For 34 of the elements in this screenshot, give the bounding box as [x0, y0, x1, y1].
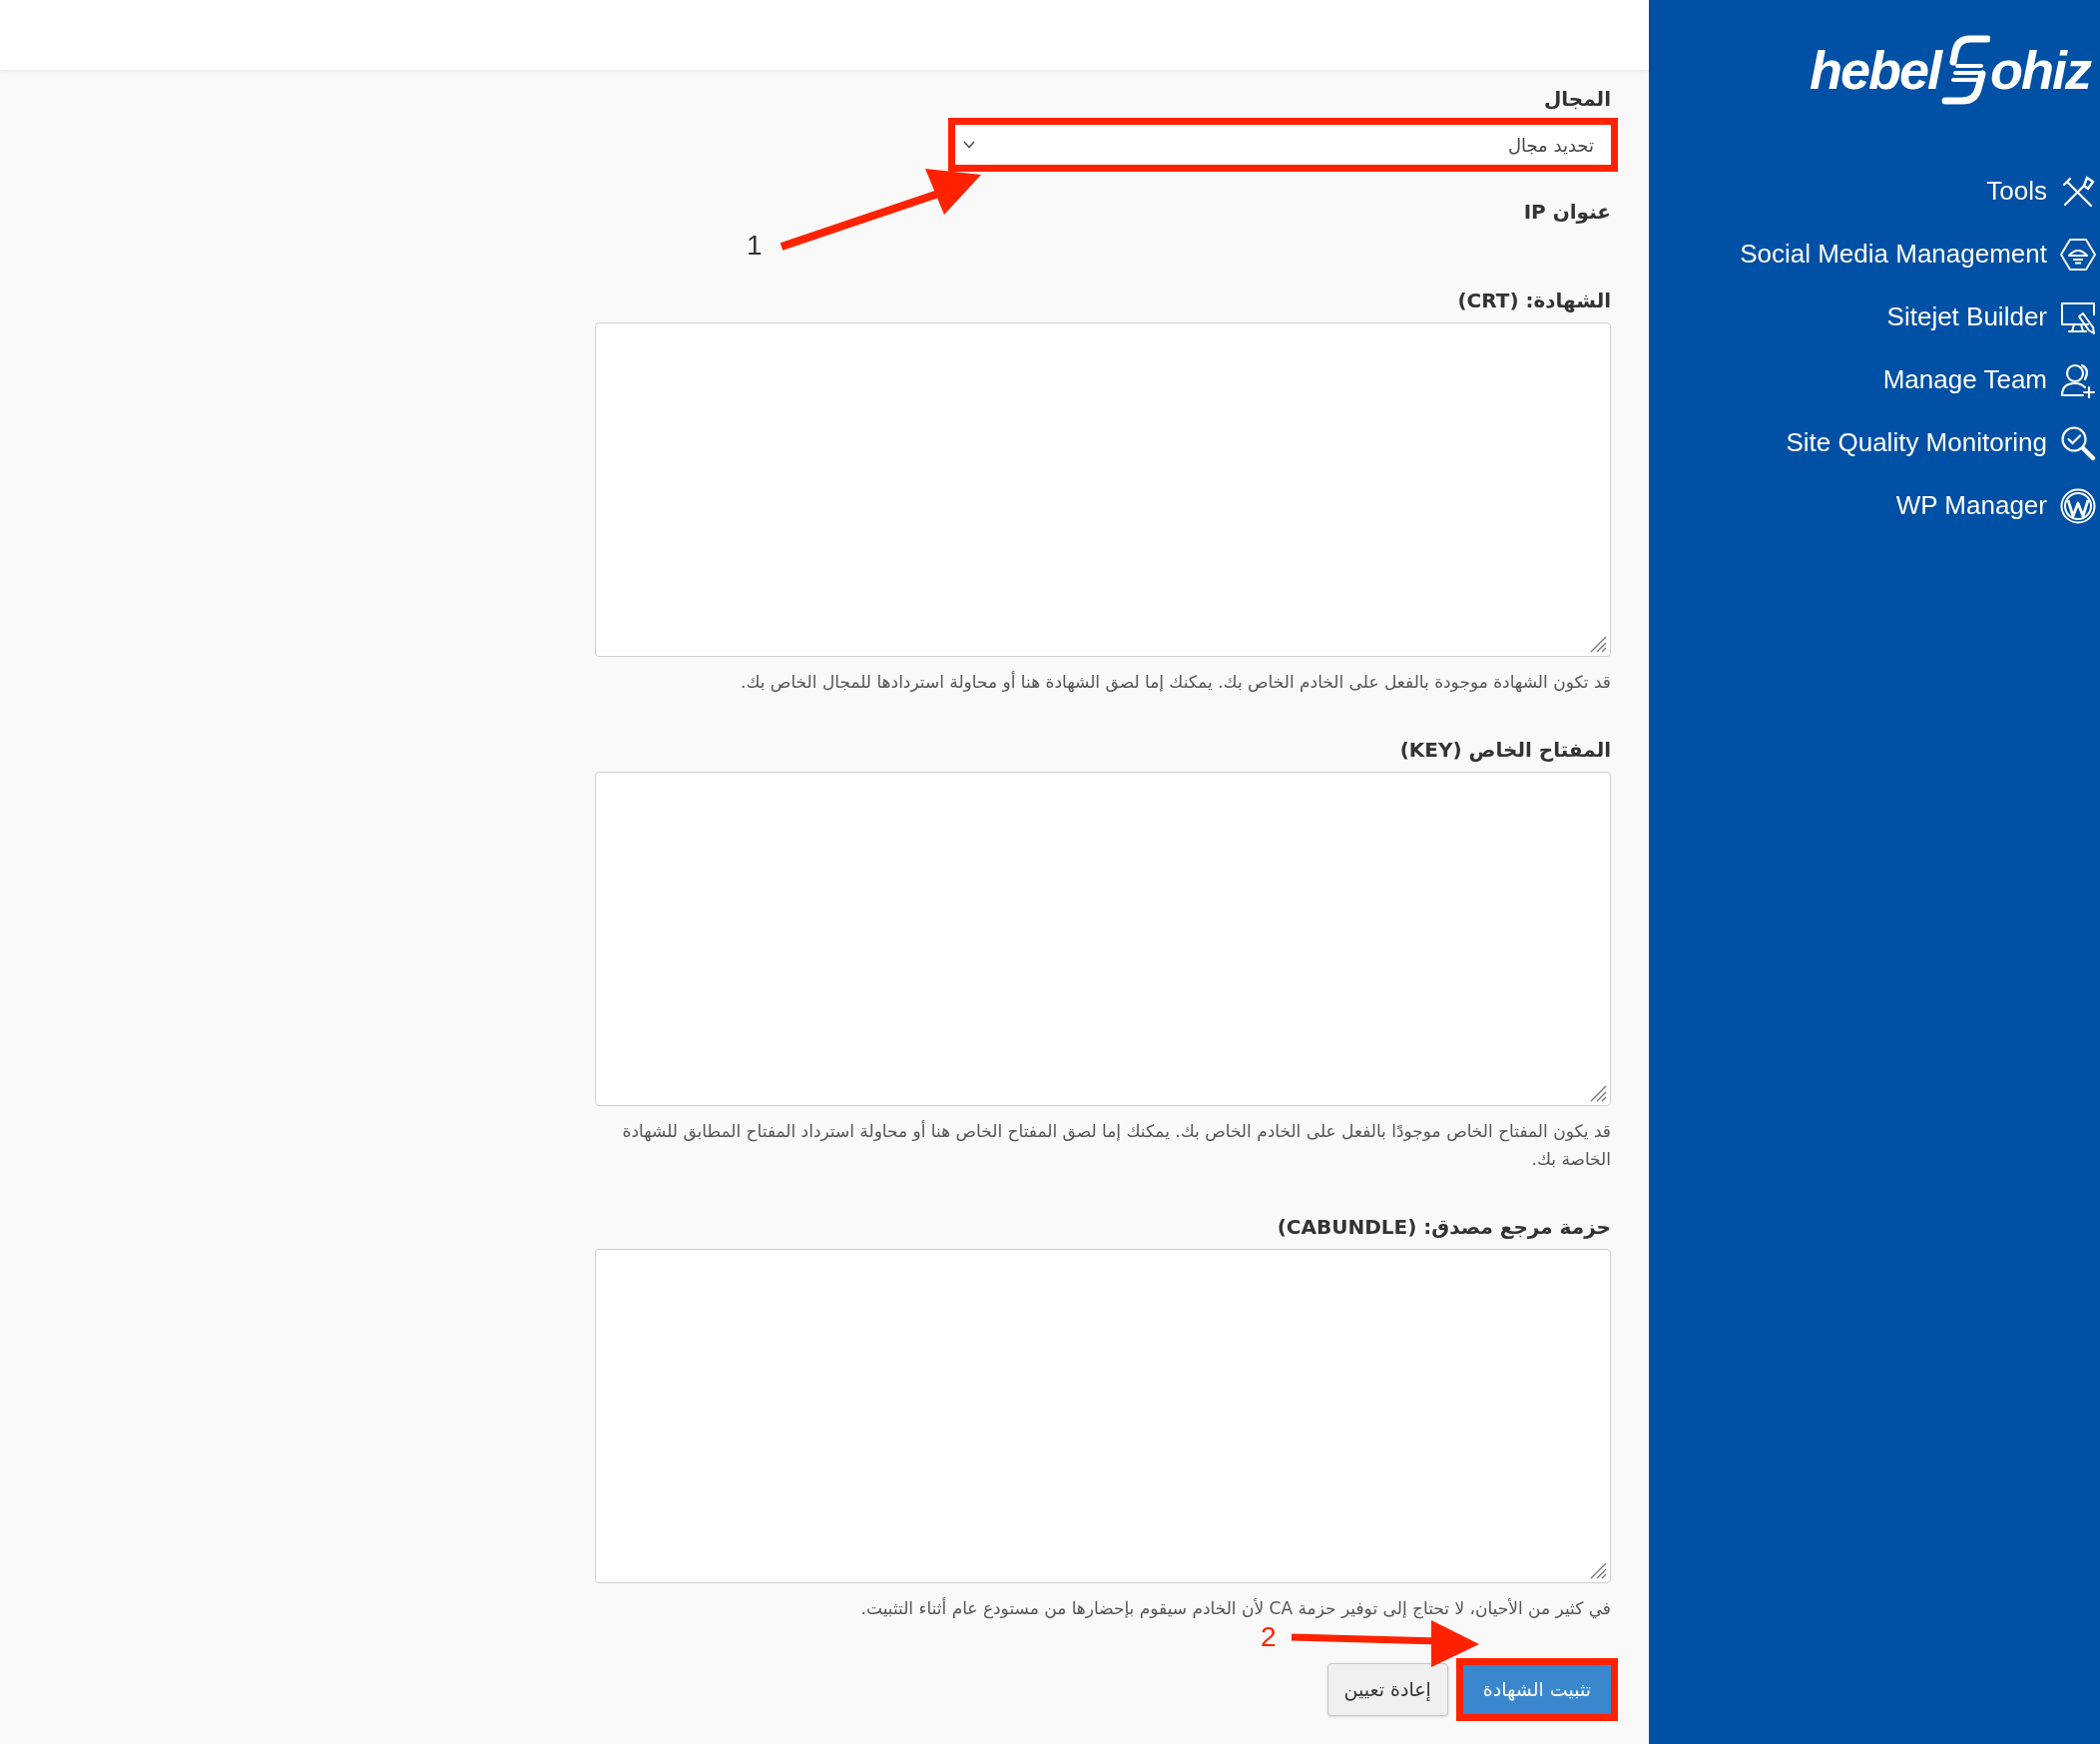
sidebar-item[interactable]: Sitejet Builder [1886, 286, 2096, 348]
help-text: قد تكون الشهادة موجودة بالفعل على الخادم الخاص بك. يمكنك إما لصق الشهادة هنا أو محاولة استردادها للمجال الخاص بك. [740, 670, 1611, 695]
hexagon-badge-icon [2060, 236, 2096, 273]
sidebar-item[interactable]: WP Manager [1895, 474, 2096, 537]
resize-grip-icon[interactable] [1589, 1561, 1607, 1579]
magnifier-check-icon [2060, 424, 2096, 461]
annotation-number: 1 [747, 230, 763, 262]
annotation-number: 2 [1261, 1621, 1277, 1653]
help-text: قد يكون المفتاح الخاص موجودًا بالفعل على الخادم الخاص بك. يمكنك إما لصق المفتاح الخاص هنا أو محاولة استرداد المفتاح المطابق للشهادة الخاصة بك. [621, 1119, 1611, 1171]
logo-text: ohiz [1990, 43, 2090, 97]
sidebar-item[interactable]: Social Media Management [1740, 223, 2096, 286]
install-button[interactable]: تثبيت الشهادة [1462, 1665, 1611, 1714]
field-label: المجال [1542, 86, 1611, 112]
add-user-icon [2060, 361, 2096, 398]
help-text: في كثير من الأحيان، لا تحتاج إلى توفير حزمة CA لأن الخادم سيقوم بإحضارها من مستودع عام أثناء التثبيت. [859, 1596, 1611, 1621]
tools-icon [2060, 173, 2096, 210]
domain-select[interactable]: تحديد مجال [955, 125, 1611, 165]
sidebar-item[interactable]: Tools [1986, 160, 2096, 223]
textarea-field[interactable] [595, 1249, 1611, 1583]
field-label: الشهادة: (CRT) [1456, 288, 1611, 313]
resize-grip-icon[interactable] [1589, 635, 1607, 653]
textarea-field[interactable] [595, 772, 1611, 1106]
field-label: عنوان IP [1522, 199, 1611, 225]
sidebar-item[interactable]: Site Quality Monitoring [1786, 411, 2096, 474]
logo-mark-icon [1940, 34, 1990, 106]
field-label: حزمة مرجع مصدق: (CABUNDLE) [1276, 1214, 1611, 1240]
textarea-field[interactable] [595, 322, 1611, 657]
chevron-down-icon [963, 141, 975, 149]
field-label: المفتاح الخاص (KEY) [1398, 737, 1611, 763]
reset-button[interactable]: إعادة تعيين [1326, 1663, 1448, 1716]
sidebar-item[interactable]: Manage Team [1882, 348, 2096, 411]
logo-text: hebel [1809, 43, 1940, 97]
resize-grip-icon[interactable] [1589, 1084, 1607, 1102]
circle-logo-icon [2060, 487, 2096, 524]
